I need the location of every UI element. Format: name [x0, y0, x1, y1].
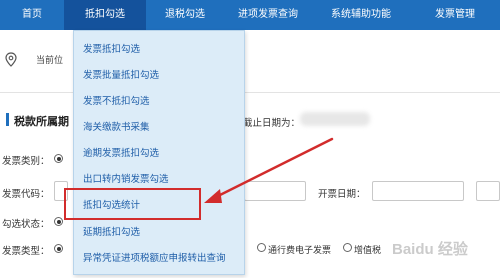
deduction-dropdown-menu: 发票抵扣勾选 发票批量抵扣勾选 发票不抵扣勾选 海关缴款书采集 逾期发票抵扣勾选…	[73, 30, 245, 275]
type-option-vat-label: 增值税	[354, 245, 382, 255]
menu-item-batch-deduction[interactable]: 发票批量抵扣勾选	[83, 67, 159, 81]
menu-item-non-deduction[interactable]: 发票不抵扣勾选	[83, 93, 150, 107]
invoice-code-label: 发票代码：	[2, 189, 50, 200]
section-accent-bar	[6, 113, 9, 126]
nav-input-invoice-query[interactable]: 进项发票查询	[224, 0, 312, 30]
section-title: 税款所属期	[14, 116, 69, 128]
menu-item-customs-collection[interactable]: 海关缴款书采集	[83, 119, 150, 133]
nav-deduction-check[interactable]: 抵扣勾选	[64, 0, 146, 30]
type-option-toll-label: 通行费电子发票	[268, 245, 332, 255]
issue-date-start-input[interactable]	[372, 181, 464, 201]
nav-home[interactable]: 首页	[0, 0, 64, 30]
menu-item-invoice-deduction[interactable]: 发票抵扣勾选	[83, 41, 140, 55]
menu-item-overdue-deduction[interactable]: 逾期发票抵扣勾选	[83, 145, 159, 159]
check-status-radio[interactable]	[54, 217, 63, 226]
type-option-toll-radio[interactable]	[257, 243, 266, 252]
invoice-category-radio[interactable]	[54, 154, 63, 163]
location-label: 当前位	[36, 55, 64, 65]
nav-refund-check[interactable]: 退税勾选	[146, 0, 224, 30]
menu-item-export-to-domestic[interactable]: 出口转内销发票勾选	[83, 171, 169, 185]
deadline-label: 截止日期为：	[243, 118, 301, 129]
invoice-category-label: 发票类别：	[2, 156, 50, 167]
invoice-type-radio[interactable]	[54, 244, 63, 253]
invoice-number-input[interactable]	[244, 181, 306, 201]
issue-date-end-input[interactable]	[476, 181, 500, 201]
menu-item-deferred-deduction[interactable]: 延期抵扣勾选	[83, 224, 140, 238]
redacted-date	[300, 112, 370, 126]
nav-system-tools[interactable]: 系统辅助功能	[312, 0, 410, 30]
watermark: Baidu 经验	[392, 241, 468, 258]
issue-date-label: 开票日期：	[318, 189, 366, 200]
highlight-box	[64, 188, 201, 220]
check-status-label: 勾选状态：	[2, 219, 50, 230]
location-pin-icon	[5, 52, 17, 67]
type-option-vat-radio[interactable]	[343, 243, 352, 252]
invoice-type-label: 发票类型：	[2, 246, 50, 257]
nav-invoice-management[interactable]: 发票管理	[410, 0, 500, 30]
top-navigation: 首页 抵扣勾选 退税勾选 进项发票查询 系统辅助功能 发票管理	[0, 0, 500, 30]
menu-item-abnormal-voucher-query[interactable]: 异常凭证进项税额应申报转出查询	[83, 250, 226, 264]
